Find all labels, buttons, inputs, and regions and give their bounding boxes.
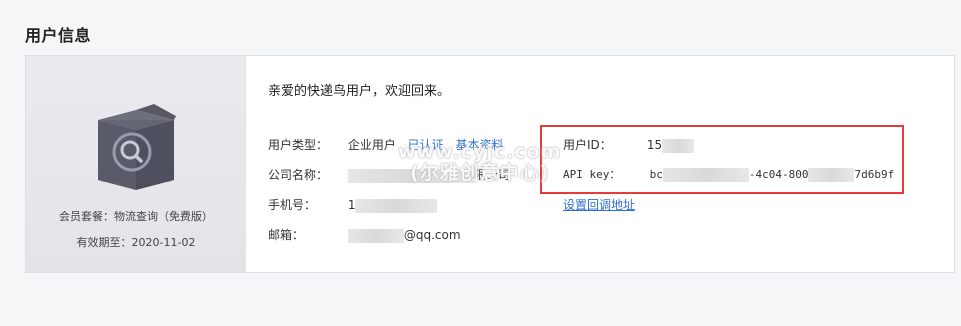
expire-label: 有效期至： [76, 236, 132, 249]
company-suffix: 限公司 [473, 168, 510, 182]
membership-panel: 会员套餐：物流查询（免费版） 有效期至：2020-11-02 [26, 56, 246, 272]
callback-row: 设置回调地址 [563, 196, 635, 213]
plan-value: 物流查询（免费版） [114, 210, 213, 223]
api-key-row: API key： bc -4c04-800 7d6b9f [563, 166, 894, 182]
email-suffix: @qq.com [403, 228, 461, 242]
email-label: 邮箱： [268, 228, 305, 242]
user-id-redacted [662, 138, 695, 153]
user-info-page: 用户信息 会员套餐：物流查询（免费版） 有效期至：2020-11-02 亲爱的快… [0, 0, 961, 326]
company-label: 公司名称： [268, 168, 329, 182]
basic-info-link[interactable]: 基本资料 [456, 138, 504, 152]
api-key-redacted-1 [662, 168, 749, 182]
user-id-row: 用户ID： 15 [563, 136, 695, 153]
section-title: 用户信息 [25, 26, 92, 45]
user-id-label: 用户ID： [563, 138, 612, 152]
user-id-prefix: 15 [646, 138, 663, 152]
welcome-message: 亲爱的快递鸟用户，欢迎回来。 [268, 84, 451, 99]
plan-label: 会员套餐： [59, 210, 114, 223]
user-type-row: 用户类型： 企业用户 已认证 基本资料 [268, 136, 504, 153]
api-key-part2: -4c04-800 [748, 168, 809, 181]
user-type-value: 企业用户 [347, 138, 396, 152]
user-type-label: 用户类型： [268, 138, 329, 152]
box-search-icon [94, 104, 178, 190]
company-redacted [347, 168, 474, 183]
expire-date: 有效期至：2020-11-02 [26, 234, 246, 250]
api-key-part3: 7d6b9f [854, 168, 895, 181]
verified-link[interactable]: 已认证 [408, 138, 444, 152]
company-row: 公司名称： 限公司 [268, 166, 510, 183]
api-key-part1: bc [649, 168, 663, 181]
email-row: 邮箱： @qq.com [268, 226, 461, 243]
callback-url-link[interactable]: 设置回调地址 [563, 198, 635, 212]
phone-prefix: 1 [347, 198, 356, 212]
api-key-redacted-2 [808, 168, 855, 182]
phone-row: 手机号： 1 [268, 196, 438, 213]
user-info-card: 会员套餐：物流查询（免费版） 有效期至：2020-11-02 亲爱的快递鸟用户，… [25, 55, 955, 273]
email-redacted [347, 228, 404, 243]
api-key-label: API key： [563, 168, 621, 181]
phone-label: 手机号： [268, 198, 317, 212]
expire-value: 2020-11-02 [131, 236, 196, 249]
phone-redacted [355, 198, 438, 213]
membership-plan: 会员套餐：物流查询（免费版） [26, 208, 246, 224]
